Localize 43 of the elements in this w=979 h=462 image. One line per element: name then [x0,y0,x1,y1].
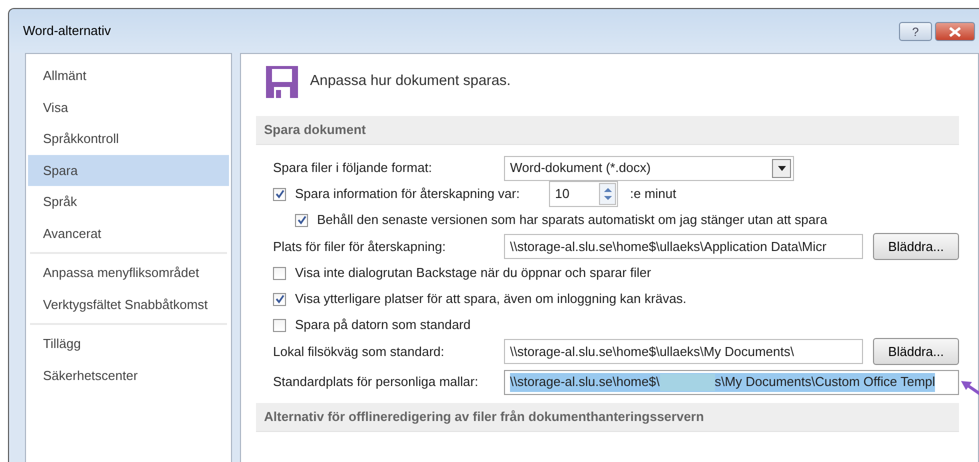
checkbox[interactable] [273,266,286,280]
page-heading: Anpassa hur dokument sparas. [310,72,511,92]
checkbox[interactable] [273,188,286,200]
selected-text: \\storage-al.slu.se\home$\ s\My Documents\Custom Office Templ [510,372,936,392]
sidebar-item[interactable]: Visa [28,92,229,123]
number-spinner[interactable]: 10 [549,181,618,207]
checkbox-label: Spara information för återskapning var: [295,185,521,204]
browse-button[interactable]: Bläddra... [873,338,959,365]
section-header: Alternativ för offlineredigering av filer från dokumenthanteringsservern [256,403,959,432]
browse-button[interactable]: Bläddra... [873,233,959,260]
sidebar-item[interactable]: Språk [28,186,229,218]
window-title: Word-alternativ [23,22,111,40]
checkbox-label: Spara på datorn som standard [295,316,471,334]
sidebar-item[interactable]: Anpassa menyfliksområdet [28,257,229,288]
format-dropdown[interactable]: Word-dokument (*.docx) [504,156,794,180]
field-label: Plats för filer för återskapning: [273,238,447,256]
spin-arrows-icon [599,183,616,205]
help-button[interactable]: ? [899,22,932,41]
close-icon [948,26,962,36]
sidebar-item[interactable]: Säkerhetscenter [28,360,229,391]
close-button[interactable] [935,22,975,41]
sidebar-item[interactable]: Avancerat [28,218,229,249]
caret-icon [772,158,791,178]
sidebar-item[interactable]: Allmänt [28,60,229,92]
unit-label: :e minut [630,185,676,204]
redaction-block [660,374,715,390]
sidebar-item[interactable]: Språkkontroll [28,123,229,154]
field-label: Spara filer i följande format: [273,159,433,178]
path-field[interactable]: \\storage-al.slu.se\home$\ullaeks\My Documents\ [504,339,863,364]
checkbox[interactable] [273,292,286,306]
path-field[interactable]: \\storage-al.slu.se\home$\ullaeks\Application Data\Micr [504,234,863,259]
checkbox[interactable] [273,318,286,332]
sidebar-item[interactable]: Spara [28,154,229,186]
field-label: Standardplats för personliga mallar: [273,373,480,392]
sidebar-item[interactable]: Tillägg [28,328,229,360]
path-field[interactable]: \\storage-al.slu.se\home$\ s\My Documents\Custom Office Templ [504,370,959,394]
checkbox-label: Visa ytterligare platser för att spara, även om inloggning kan krävas. [295,290,686,308]
checkbox[interactable] [295,214,308,226]
checkbox-label: Behåll den senaste versionen som har sparats automatiskt om jag stänger utan att spara [317,211,828,230]
sidebar-item[interactable]: Verktygsfältet Snabbåtkomst [28,288,229,320]
section-header: Spara dokument [256,116,959,145]
checkbox-label: Visa inte dialogrutan Backstage när du öppnar och sparar filer [295,264,652,282]
field-label: Lokal filsökväg som standard: [273,342,446,361]
